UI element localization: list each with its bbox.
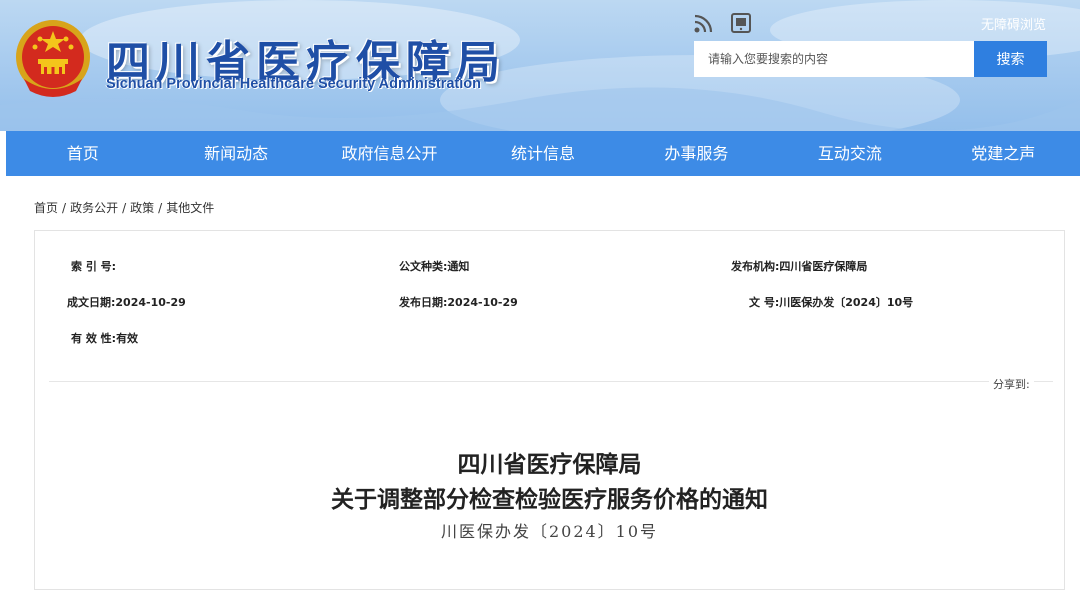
nav-item-statistics[interactable]: 统计信息 bbox=[466, 131, 619, 176]
breadcrumb-gov-affairs[interactable]: 政务公开 bbox=[70, 201, 118, 215]
breadcrumb-separator: / bbox=[122, 201, 127, 215]
meta-index: 索 引 号: bbox=[71, 258, 116, 274]
meta-created-label: 成文日期: bbox=[67, 296, 116, 309]
meta-docno-value: 川医保办发〔2024〕10号 bbox=[779, 296, 914, 309]
meta-docno-label: 文 号: bbox=[749, 296, 780, 309]
meta-validity: 有 效 性:有效 bbox=[71, 330, 138, 346]
nav-item-home[interactable]: 首页 bbox=[6, 131, 159, 176]
nav-item-gov-info[interactable]: 政府信息公开 bbox=[313, 131, 466, 176]
document-title-line1: 四川省医疗保障局 bbox=[457, 451, 642, 478]
nav-item-services[interactable]: 办事服务 bbox=[620, 131, 773, 176]
meta-type-value: 通知 bbox=[447, 260, 470, 273]
breadcrumb-policy[interactable]: 政策 bbox=[130, 201, 154, 215]
breadcrumb-home[interactable]: 首页 bbox=[34, 201, 58, 215]
breadcrumb: 首页 / 政务公开 / 政策 / 其他文件 bbox=[34, 199, 214, 216]
nav-item-party[interactable]: 党建之声 bbox=[927, 131, 1080, 176]
search-input[interactable] bbox=[694, 41, 974, 77]
document-number: 川医保办发〔2024〕10号 bbox=[440, 522, 659, 541]
document-panel: 索 引 号: 公文种类:通知 发布机构:四川省医疗保障局 成文日期:2024-1… bbox=[34, 230, 1065, 590]
meta-validity-label: 有 效 性: bbox=[71, 332, 117, 345]
meta-type: 公文种类:通知 bbox=[399, 258, 469, 274]
meta-created-value: 2024-10-29 bbox=[115, 296, 186, 309]
search-button[interactable]: 搜索 bbox=[974, 41, 1047, 77]
meta-org-value: 四川省医疗保障局 bbox=[779, 260, 868, 273]
accessible-browsing-link[interactable]: 无障碍浏览 bbox=[981, 14, 1046, 33]
breadcrumb-separator: / bbox=[158, 201, 163, 215]
meta-type-label: 公文种类: bbox=[399, 260, 448, 273]
site-header: 四川省医疗保障局 Sichuan Provincial Healthcare S… bbox=[0, 0, 1080, 131]
meta-created: 成文日期:2024-10-29 bbox=[67, 294, 186, 310]
tablet-icon[interactable] bbox=[730, 12, 752, 34]
site-subtitle: Sichuan Provincial Healthcare Security A… bbox=[106, 76, 481, 92]
meta-docno: 文 号:川医保办发〔2024〕10号 bbox=[749, 294, 913, 310]
breadcrumb-separator: / bbox=[62, 201, 67, 215]
rss-icon[interactable] bbox=[693, 12, 715, 34]
main-nav: 首页 新闻动态 政府信息公开 统计信息 办事服务 互动交流 党建之声 bbox=[6, 131, 1080, 176]
meta-validity-value: 有效 bbox=[116, 332, 139, 345]
meta-published: 发布日期:2024-10-29 bbox=[399, 294, 518, 310]
meta-org: 发布机构:四川省医疗保障局 bbox=[731, 258, 867, 274]
meta-index-label: 索 引 号: bbox=[71, 260, 117, 273]
document-title-line2: 关于调整部分检查检验医疗服务价格的通知 bbox=[331, 486, 768, 513]
nav-item-interaction[interactable]: 互动交流 bbox=[773, 131, 926, 176]
meta-org-label: 发布机构: bbox=[731, 260, 780, 273]
meta-divider bbox=[49, 381, 1053, 382]
national-emblem-icon bbox=[16, 20, 90, 97]
share-label: 分享到: bbox=[989, 376, 1034, 392]
breadcrumb-other-docs[interactable]: 其他文件 bbox=[166, 201, 214, 215]
meta-published-label: 发布日期: bbox=[399, 296, 448, 309]
meta-published-value: 2024-10-29 bbox=[447, 296, 518, 309]
nav-item-news[interactable]: 新闻动态 bbox=[159, 131, 312, 176]
